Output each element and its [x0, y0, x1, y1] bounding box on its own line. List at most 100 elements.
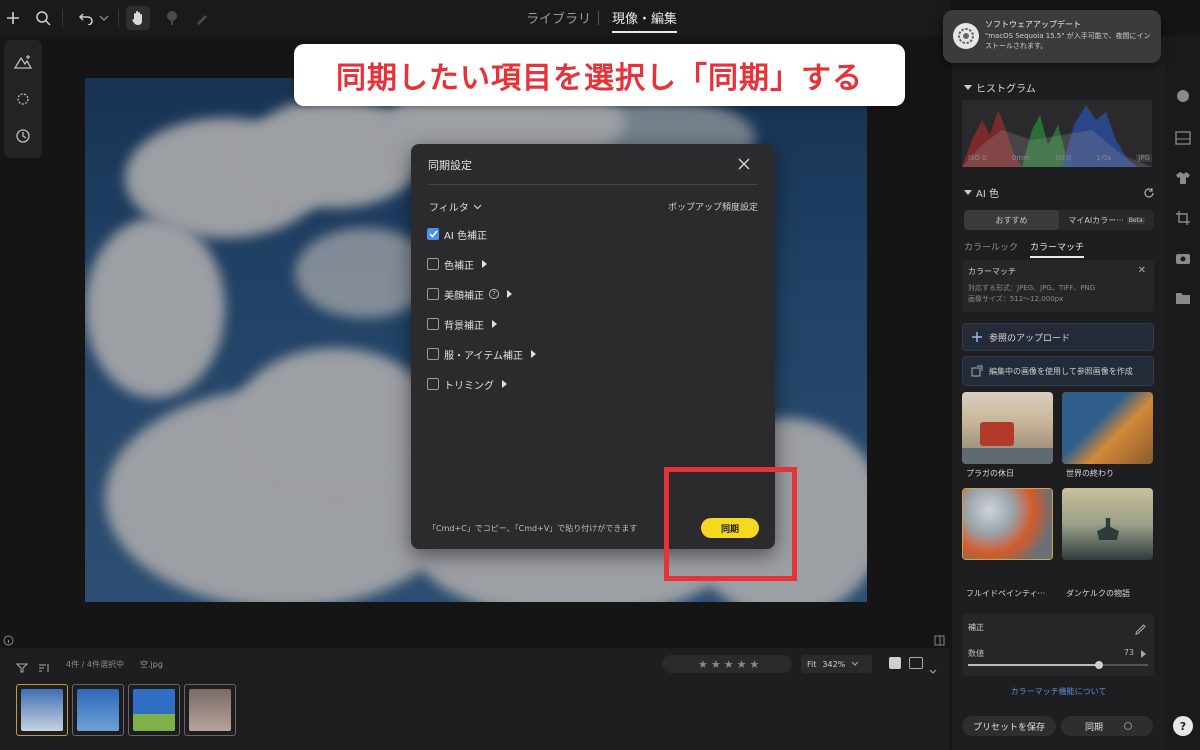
- star-icon[interactable]: ★: [737, 658, 747, 671]
- reset-icon[interactable]: [1143, 184, 1155, 203]
- play-icon[interactable]: [1141, 650, 1146, 658]
- gradient-icon[interactable]: [1173, 128, 1193, 148]
- single-view-icon[interactable]: [889, 657, 901, 669]
- help-button[interactable]: ?: [1173, 716, 1193, 736]
- zoom-fit-button[interactable]: Fit: [807, 660, 816, 669]
- preset-thumb-dunkirk[interactable]: [1062, 488, 1153, 560]
- chevron-down-icon[interactable]: [929, 660, 937, 679]
- preset-thumb-world-end[interactable]: [1062, 392, 1153, 464]
- exif-format: JPG: [1136, 154, 1152, 162]
- ai-color-segments: おすすめ マイAIカラー··· Beta: [964, 210, 1154, 230]
- dialog-title: 同期設定: [428, 159, 472, 172]
- close-icon[interactable]: ✕: [1138, 265, 1146, 276]
- star-icon[interactable]: ★: [711, 658, 721, 671]
- save-preset-button[interactable]: プリセットを保存: [962, 716, 1056, 736]
- supported-formats: 対応する形式：JPEG、JPG、TIFF、PNG: [968, 284, 1096, 292]
- checkbox[interactable]: [427, 288, 439, 300]
- notification-title: ソフトウェアアップデート: [985, 20, 1081, 29]
- filter-icon[interactable]: [15, 658, 29, 677]
- expand-icon[interactable]: [507, 290, 512, 298]
- expand-icon[interactable]: [492, 320, 497, 328]
- chevron-down-icon[interactable]: [92, 6, 116, 30]
- folder-icon[interactable]: [1173, 288, 1193, 308]
- color-match-title: カラーマッチ: [968, 267, 1016, 276]
- histogram-header[interactable]: ヒストグラム: [964, 80, 1036, 95]
- sync-item-ai-color[interactable]: AI 色補正: [427, 226, 487, 242]
- search-icon[interactable]: [31, 6, 55, 30]
- exif-aperture: f/0.0: [1055, 154, 1072, 162]
- expand-icon[interactable]: [502, 380, 507, 388]
- filter-dropdown[interactable]: フィルタ: [429, 199, 482, 214]
- toolbar-divider: [118, 9, 119, 27]
- film-thumb[interactable]: [16, 684, 68, 736]
- popup-frequency-link[interactable]: ポップアップ頻度設定: [668, 200, 758, 213]
- zoom-control[interactable]: Fit 342%: [801, 655, 872, 673]
- ai-color-title: AI 色: [976, 189, 999, 200]
- star-icon[interactable]: ★: [724, 658, 734, 671]
- help-icon[interactable]: ?: [489, 289, 499, 299]
- expand-icon[interactable]: [482, 260, 487, 268]
- sun-icon[interactable]: [11, 87, 35, 111]
- sync-item-crop[interactable]: トリミング: [427, 376, 507, 392]
- exif-shutter: 1/0s: [1096, 154, 1112, 162]
- eraser-icon[interactable]: [190, 6, 214, 30]
- app-window: ライブラリ 現像・編集 同期したい項目を選択し「同期」する 同期設定 フィルタ …: [0, 0, 1200, 750]
- sort-icon[interactable]: [38, 658, 50, 677]
- plus-icon: [972, 332, 982, 342]
- create-reference-button[interactable]: 編集中の画像を使用して参照画像を作成: [962, 356, 1154, 386]
- history-icon[interactable]: [11, 124, 35, 148]
- gear-icon[interactable]: [1123, 721, 1133, 731]
- segment-label: マイAIカラー···: [1068, 215, 1124, 225]
- tab-color-look[interactable]: カラールック: [964, 240, 1018, 258]
- checkbox[interactable]: [427, 318, 439, 330]
- tab-color-match[interactable]: カラーマッチ: [1030, 240, 1085, 258]
- tab-library[interactable]: ライブラリ: [526, 8, 591, 27]
- film-thumb[interactable]: [72, 684, 124, 736]
- preset-thumb-prague[interactable]: [962, 392, 1053, 464]
- segment-recommended[interactable]: おすすめ: [964, 210, 1059, 230]
- sync-item-beauty[interactable]: 美顔補正 ?: [427, 286, 512, 302]
- upload-reference-button[interactable]: 参照のアップロード: [962, 323, 1154, 351]
- checkbox-checked[interactable]: [427, 228, 439, 240]
- amount-slider[interactable]: [968, 661, 1148, 669]
- compare-view-icon[interactable]: [909, 657, 923, 669]
- about-color-match-link[interactable]: カラーマッチ機能について: [952, 686, 1165, 697]
- star-icon[interactable]: ★: [698, 658, 708, 671]
- preset-thumb-fluid[interactable]: [962, 488, 1053, 560]
- checkbox[interactable]: [427, 378, 439, 390]
- sync-item-clothing[interactable]: 服・アイテム補正: [427, 346, 536, 362]
- shirt-icon[interactable]: [1173, 168, 1193, 188]
- beta-badge: Beta: [1126, 216, 1145, 224]
- ai-color-header[interactable]: AI 色: [964, 185, 999, 200]
- sync-item-background[interactable]: 背景補正: [427, 316, 497, 332]
- plus-icon[interactable]: [1, 6, 25, 30]
- star-icon[interactable]: ★: [750, 658, 760, 671]
- zoom-level[interactable]: 342%: [822, 660, 845, 669]
- sync-panel-button[interactable]: 同期: [1061, 716, 1153, 736]
- expand-icon[interactable]: [531, 350, 536, 358]
- slider-thumb[interactable]: [1095, 661, 1104, 669]
- film-thumb[interactable]: [128, 684, 180, 736]
- amount-label: 数値: [968, 649, 984, 658]
- mountain-icon[interactable]: [11, 50, 35, 74]
- segment-my-ai-color[interactable]: マイAIカラー··· Beta: [1059, 210, 1154, 230]
- close-icon[interactable]: [737, 156, 751, 170]
- sync-item-color[interactable]: 色補正: [427, 256, 487, 272]
- film-thumb[interactable]: [184, 684, 236, 736]
- checkbox[interactable]: [427, 348, 439, 360]
- preset-label: 世界の終わり: [1066, 469, 1114, 478]
- preset-label: フルイドペインティ···: [966, 589, 1046, 598]
- edit-icon[interactable]: [1135, 620, 1146, 639]
- correction-title: 補正: [968, 623, 984, 632]
- crop-icon[interactable]: [1173, 208, 1193, 228]
- hand-icon[interactable]: [126, 6, 150, 30]
- camera-icon[interactable]: [1173, 248, 1193, 268]
- rating-control[interactable]: ★ ★ ★ ★ ★: [662, 655, 792, 673]
- tab-develop[interactable]: 現像・編集: [612, 8, 678, 33]
- checkbox[interactable]: [427, 258, 439, 270]
- exif-info: ISO 0 0mm f/0.0 1/0s JPG: [968, 154, 1152, 162]
- create-label: 編集中の画像を使用して参照画像を作成: [989, 366, 1133, 376]
- update-notification[interactable]: ソフトウェアアップデート "macOS Sequoia 15.5" が入手可能で…: [943, 10, 1161, 63]
- brush-icon[interactable]: [160, 6, 184, 30]
- face-icon[interactable]: [1173, 86, 1193, 106]
